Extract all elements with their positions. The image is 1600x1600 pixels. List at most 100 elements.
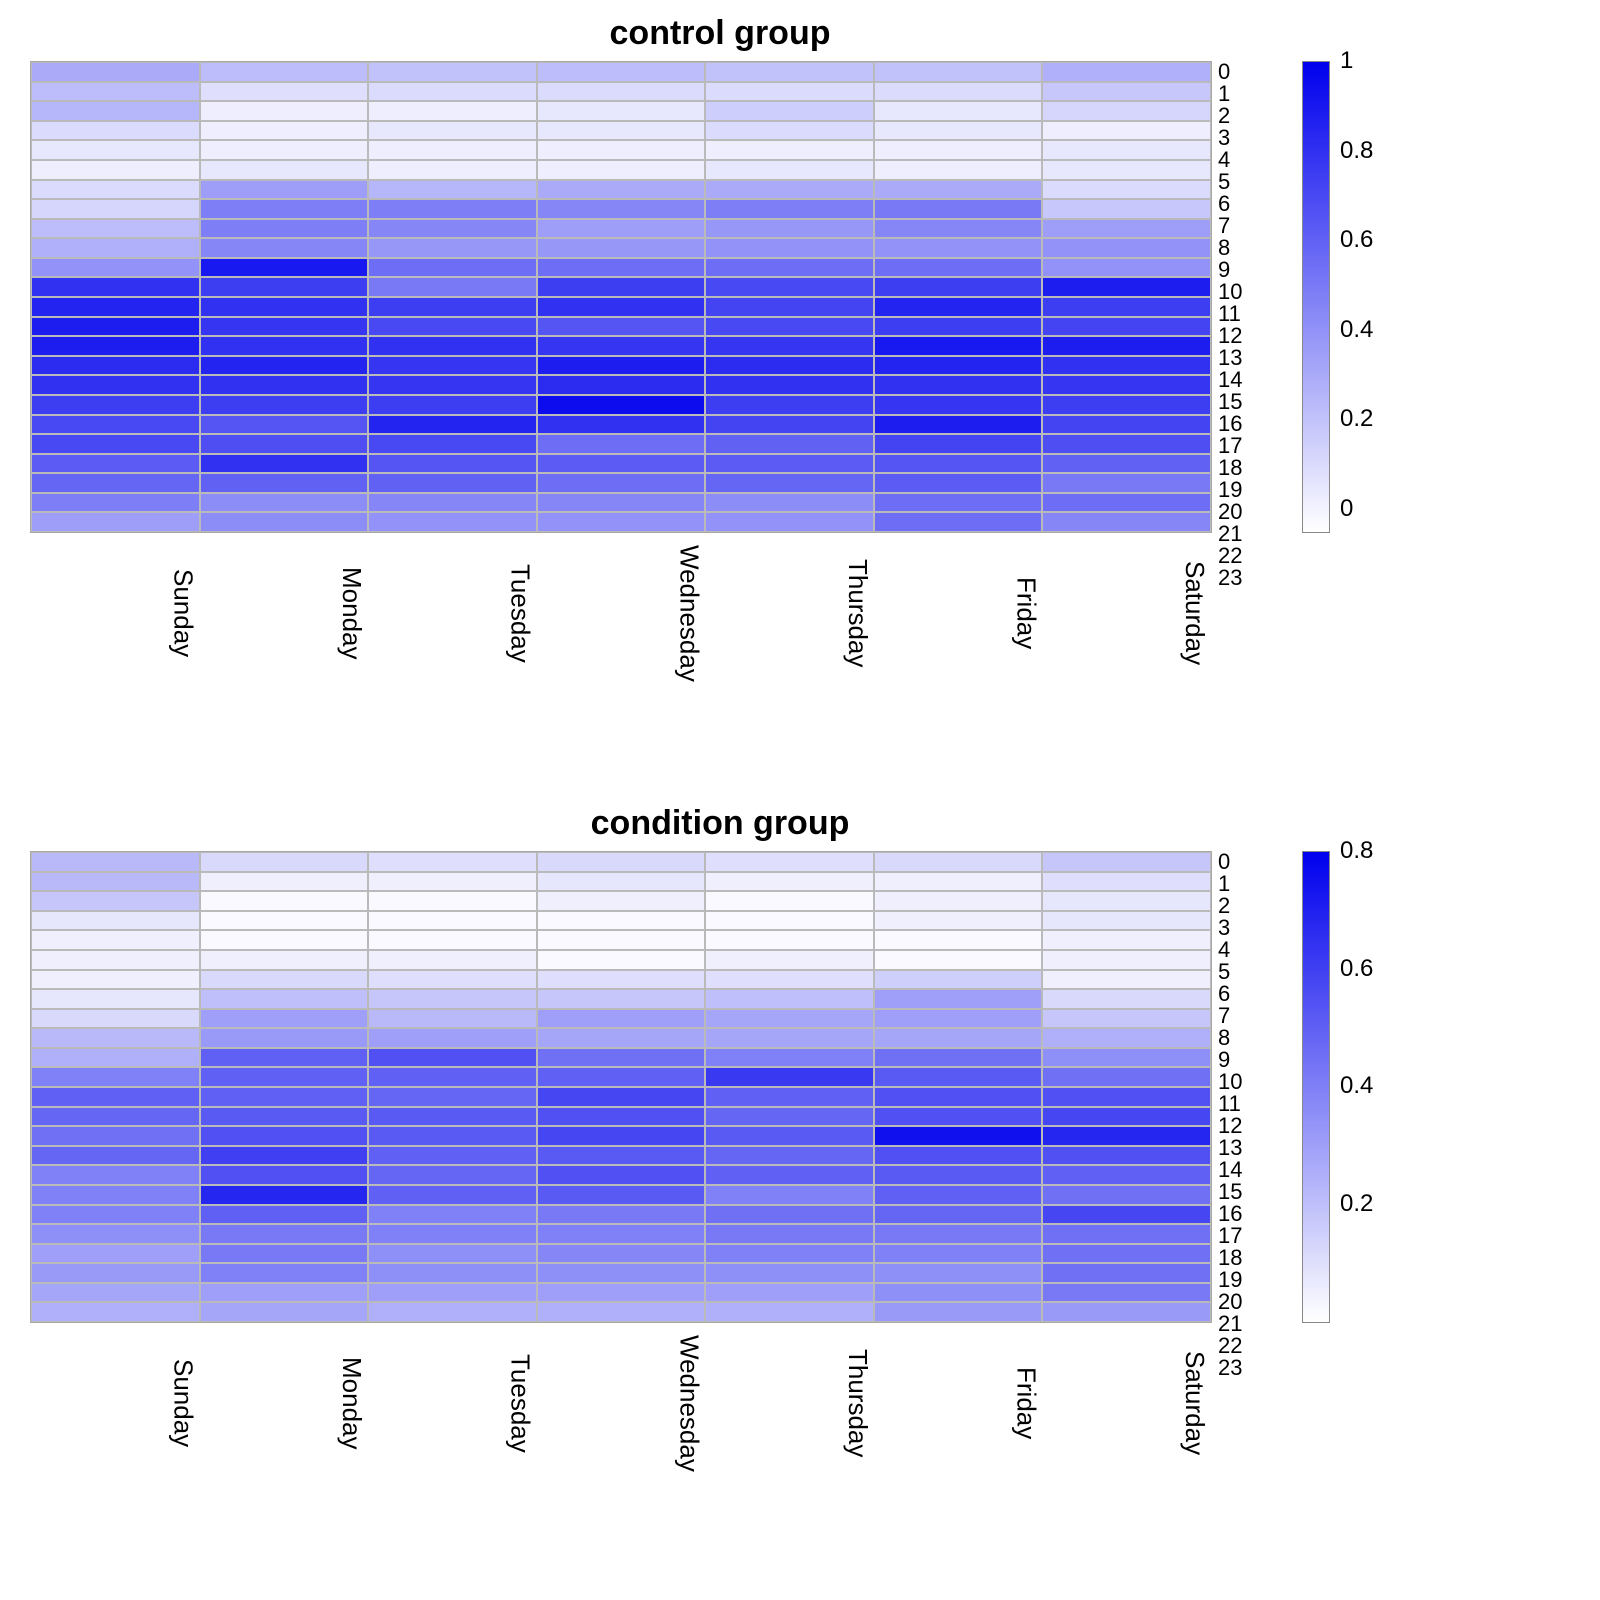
heatmap-cell (200, 1087, 369, 1107)
heatmap-cell (200, 454, 369, 474)
heatmap-cell (537, 1165, 706, 1185)
heatmap-cell (705, 415, 874, 435)
colorbar: 0.20.40.60.8 (1302, 851, 1340, 1323)
heatmap-cell (537, 930, 706, 950)
heatmap-cell (537, 473, 706, 493)
heatmap-cell (368, 277, 537, 297)
heatmap-cell (705, 199, 874, 219)
heatmap-cell (705, 160, 874, 180)
heatmap-cell (874, 160, 1043, 180)
heatmap-cell (537, 317, 706, 337)
y-tick-label: 2 (1218, 895, 1242, 917)
heatmap-cell (1042, 434, 1211, 454)
heatmap-cell (874, 1107, 1043, 1127)
heatmap-cell (368, 1244, 537, 1264)
heatmap-cell (874, 1244, 1043, 1264)
y-tick-label: 5 (1218, 961, 1242, 983)
heatmap-cell (1042, 238, 1211, 258)
heatmap-cell (874, 1028, 1043, 1048)
heatmap-cell (705, 375, 874, 395)
heatmap-cell (368, 1283, 537, 1303)
heatmap-cell (200, 219, 369, 239)
heatmap-cell (368, 1146, 537, 1166)
heatmap-cell (368, 82, 537, 102)
heatmap-cell (537, 277, 706, 297)
heatmap-cell (368, 989, 537, 1009)
x-tick-label: Saturday (1041, 1329, 1210, 1472)
heatmap-cell (368, 140, 537, 160)
heatmap-cell (537, 1028, 706, 1048)
y-tick-label: 7 (1218, 215, 1242, 237)
x-axis-labels: SundayMondayTuesdayWednesdayThursdayFrid… (30, 1329, 1210, 1472)
heatmap-cell (200, 1205, 369, 1225)
heatmap-cell (200, 930, 369, 950)
heatmap-cell (705, 258, 874, 278)
heatmap-cell (537, 872, 706, 892)
heatmap-cell (1042, 1302, 1211, 1322)
y-tick-label: 4 (1218, 939, 1242, 961)
heatmap-cell (31, 160, 200, 180)
heatmap-cell (200, 258, 369, 278)
heatmap-cell (874, 512, 1043, 532)
heatmap-cell (31, 180, 200, 200)
heatmap-cell (1042, 356, 1211, 376)
heatmap-cell (705, 1263, 874, 1283)
heatmap-cell (874, 1146, 1043, 1166)
heatmap-cell (31, 989, 200, 1009)
heatmap-cell (200, 473, 369, 493)
heatmap-cell (874, 62, 1043, 82)
colorbar-tick-label: 0.2 (1340, 1190, 1373, 1218)
y-tick-label: 16 (1218, 1203, 1242, 1225)
heatmap-cell (705, 493, 874, 513)
heatmap-cell (537, 512, 706, 532)
heatmap-cell (874, 970, 1043, 990)
heatmap-cell (705, 395, 874, 415)
heatmap-cell (705, 970, 874, 990)
heatmap-cell (200, 180, 369, 200)
heatmap-cell (705, 62, 874, 82)
heatmap-cell (1042, 160, 1211, 180)
heatmap-cell (537, 1302, 706, 1322)
heatmap-cell (874, 434, 1043, 454)
heatmap-cell (31, 140, 200, 160)
x-tick-label: Saturday (1041, 539, 1210, 682)
colorbar: 00.20.40.60.81 (1302, 61, 1340, 533)
heatmap-cell (1042, 911, 1211, 931)
heatmap-cell (368, 872, 537, 892)
heatmap-cell (200, 62, 369, 82)
heatmap-cell (705, 872, 874, 892)
heatmap-cell (1042, 1028, 1211, 1048)
heatmap-cell (1042, 473, 1211, 493)
y-tick-label: 17 (1218, 435, 1242, 457)
heatmap-cell (1042, 1107, 1211, 1127)
heatmap-cell (874, 473, 1043, 493)
y-tick-label: 15 (1218, 391, 1242, 413)
heatmap-cell (537, 395, 706, 415)
heatmap-cell (31, 101, 200, 121)
heatmap-cell (1042, 336, 1211, 356)
heatmap-cell (874, 1224, 1043, 1244)
heatmap-cell (1042, 1283, 1211, 1303)
y-tick-label: 11 (1218, 303, 1242, 325)
x-tick-label: Sunday (30, 539, 199, 682)
heatmap-cell (368, 336, 537, 356)
heatmap-cell (200, 1165, 369, 1185)
heatmap-cell (200, 238, 369, 258)
heatmap-cell (537, 454, 706, 474)
colorbar-tick-label: 0.6 (1340, 955, 1373, 983)
heatmap-cell (1042, 297, 1211, 317)
heatmap-cell (368, 1048, 537, 1068)
heatmap-cell (537, 852, 706, 872)
heatmap-cell (537, 219, 706, 239)
heatmap-cell (1042, 1009, 1211, 1029)
heatmap-cell (200, 82, 369, 102)
x-tick-label: Thursday (704, 1329, 873, 1472)
heatmap-cell (874, 1009, 1043, 1029)
heatmap-cell (31, 930, 200, 950)
heatmap-cell (368, 219, 537, 239)
y-tick-label: 12 (1218, 1115, 1242, 1137)
y-tick-label: 18 (1218, 457, 1242, 479)
colorbar-tick-label: 0.2 (1340, 405, 1373, 433)
heatmap-cell (874, 911, 1043, 931)
heatmap-cell (368, 1009, 537, 1029)
